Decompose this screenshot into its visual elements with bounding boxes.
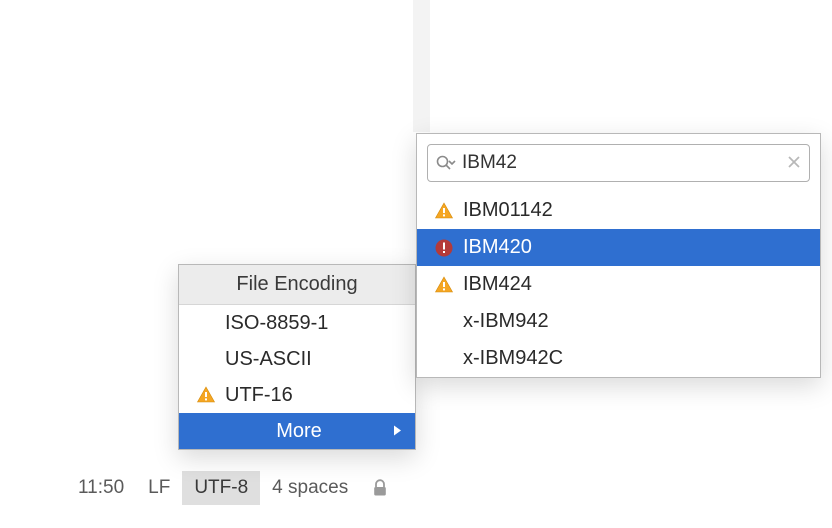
chevron-right-icon	[393, 420, 403, 443]
file-encoding-option[interactable]: ISO-8859-1	[179, 305, 415, 341]
warning-icon	[431, 275, 457, 295]
file-encoding-title: File Encoding	[179, 265, 415, 305]
search-icon[interactable]	[436, 155, 456, 171]
file-encoding-more[interactable]: More	[179, 413, 415, 449]
editor-scrollbar[interactable]	[413, 0, 430, 132]
status-bar: 11:50 LF UTF-8 4 spaces	[10, 468, 400, 508]
encoding-option-label: US-ASCII	[225, 348, 312, 371]
error-icon	[431, 238, 457, 258]
encoding-option-label: UTF-16	[225, 384, 293, 407]
search-result-label: IBM01142	[463, 199, 553, 222]
more-label: More	[276, 420, 322, 443]
status-time[interactable]: 11:50	[66, 471, 136, 505]
file-encoding-popup: File Encoding ISO-8859-1 US-ASCII UTF-16 M…	[178, 264, 416, 450]
file-encoding-option[interactable]: UTF-16	[179, 377, 415, 413]
encoding-option-label: ISO-8859-1	[225, 312, 328, 335]
search-result-item[interactable]: x-IBM942	[417, 303, 820, 340]
search-result-label: x-IBM942C	[463, 347, 563, 370]
encoding-search-popup: IBM01142 IBM420 IBM424 x-IBM942 x-IBM942C	[416, 133, 821, 378]
search-result-label: IBM424	[463, 273, 532, 296]
status-encoding[interactable]: UTF-8	[182, 471, 260, 505]
search-input[interactable]	[456, 152, 787, 174]
search-result-item[interactable]: IBM01142	[417, 192, 820, 229]
status-indent[interactable]: 4 spaces	[260, 471, 360, 505]
search-result-item[interactable]: x-IBM942C	[417, 340, 820, 377]
file-encoding-option[interactable]: US-ASCII	[179, 341, 415, 377]
status-line-ending[interactable]: LF	[136, 471, 182, 505]
search-result-item[interactable]: IBM420	[417, 229, 820, 266]
clear-icon[interactable]	[787, 153, 801, 174]
search-result-label: IBM420	[463, 236, 532, 259]
search-box	[427, 144, 810, 182]
warning-icon	[193, 385, 219, 405]
warning-icon	[431, 201, 457, 221]
lock-icon[interactable]	[360, 473, 400, 503]
search-result-label: x-IBM942	[463, 310, 549, 333]
search-result-item[interactable]: IBM424	[417, 266, 820, 303]
